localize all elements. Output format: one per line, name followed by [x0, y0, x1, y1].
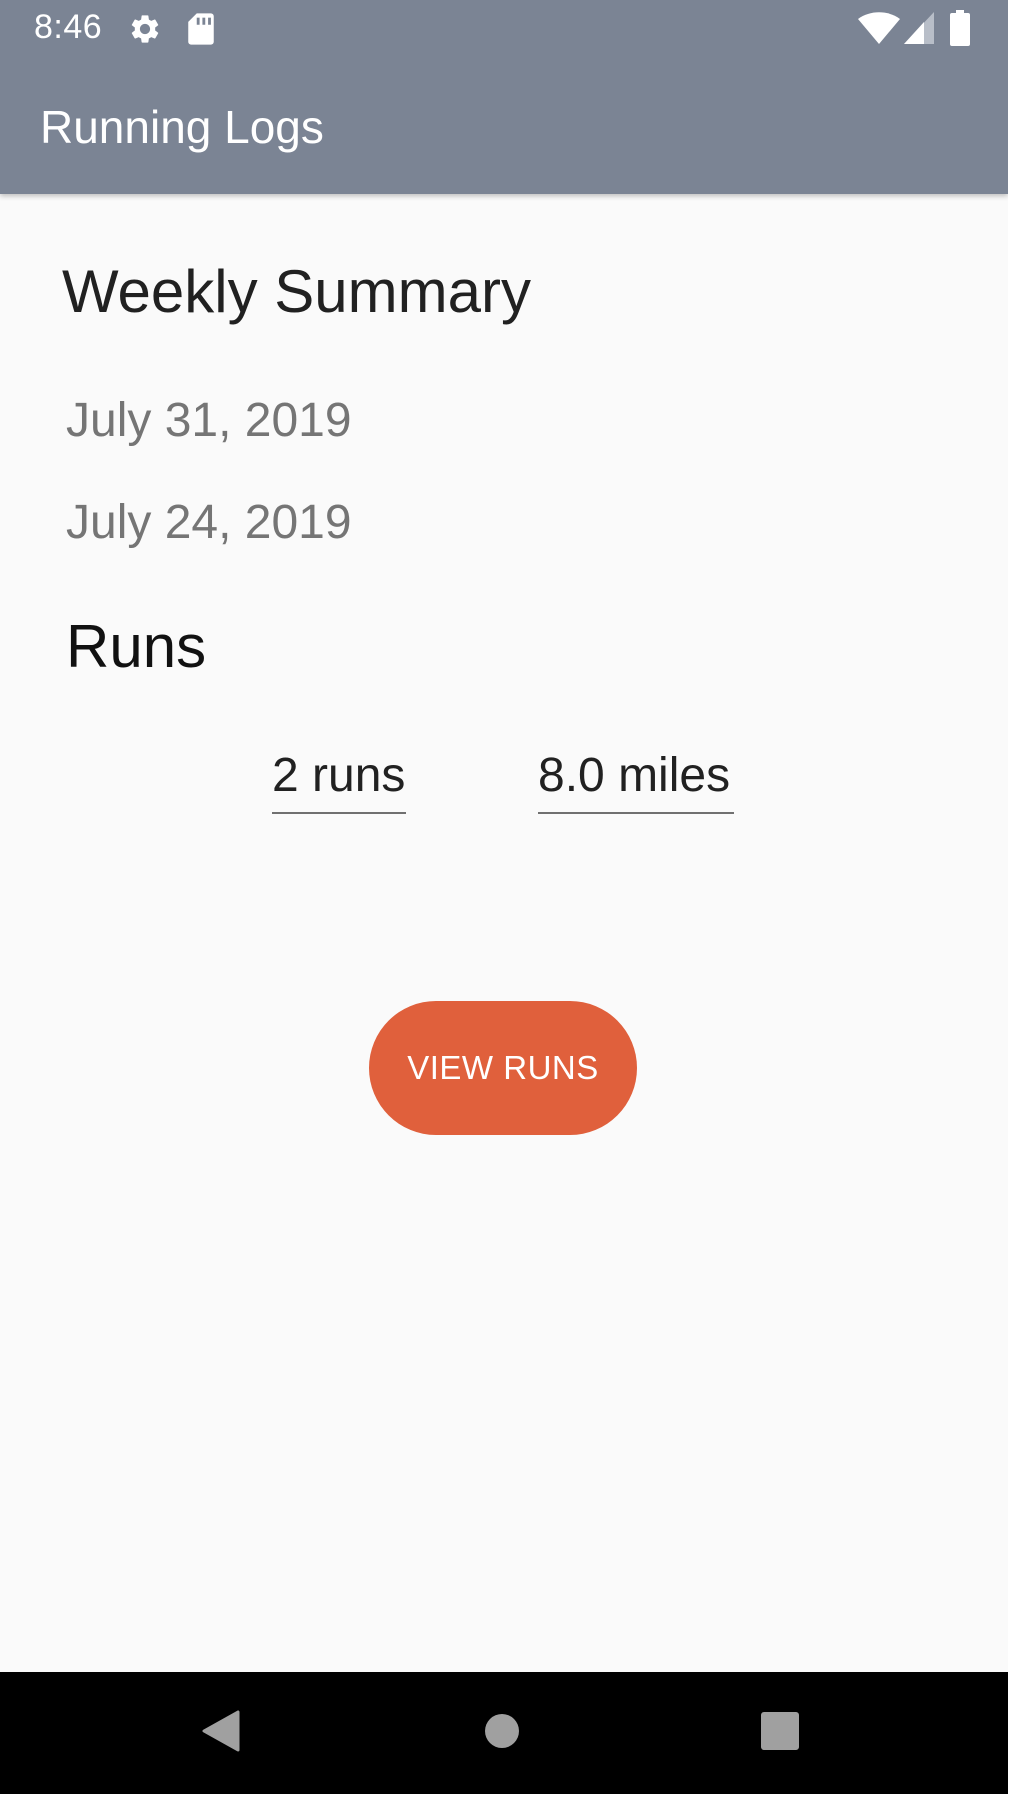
back-icon [202, 1710, 242, 1757]
screen-edge [1008, 0, 1012, 1794]
home-button[interactable] [432, 1672, 572, 1794]
recents-icon [761, 1711, 799, 1755]
status-bar: 8:46 [0, 0, 1008, 56]
miles-field[interactable]: 8.0 miles [538, 752, 734, 814]
navigation-bar [0, 1672, 1008, 1794]
weekly-summary-heading: Weekly Summary [62, 258, 531, 325]
battery-icon [950, 10, 970, 51]
screen: 8:46 Running Logs Weekly Summary July 31… [0, 0, 1008, 1794]
cell-signal-icon [904, 12, 934, 49]
status-time: 8:46 [34, 8, 103, 46]
week-end-date[interactable]: July 31, 2019 [66, 397, 352, 445]
back-button[interactable] [152, 1672, 292, 1794]
sd-card-icon [186, 12, 216, 51]
runs-count-field[interactable]: 2 runs [272, 752, 406, 814]
runs-heading: Runs [66, 613, 207, 680]
wifi-icon [858, 12, 900, 49]
view-runs-button[interactable]: VIEW RUNS [369, 1001, 637, 1135]
settings-icon [128, 12, 162, 51]
week-start-date[interactable]: July 24, 2019 [66, 499, 352, 547]
recents-button[interactable] [710, 1672, 850, 1794]
home-icon [484, 1713, 520, 1754]
app-bar: 8:46 Running Logs [0, 0, 1008, 194]
toolbar-title: Running Logs [40, 101, 324, 153]
